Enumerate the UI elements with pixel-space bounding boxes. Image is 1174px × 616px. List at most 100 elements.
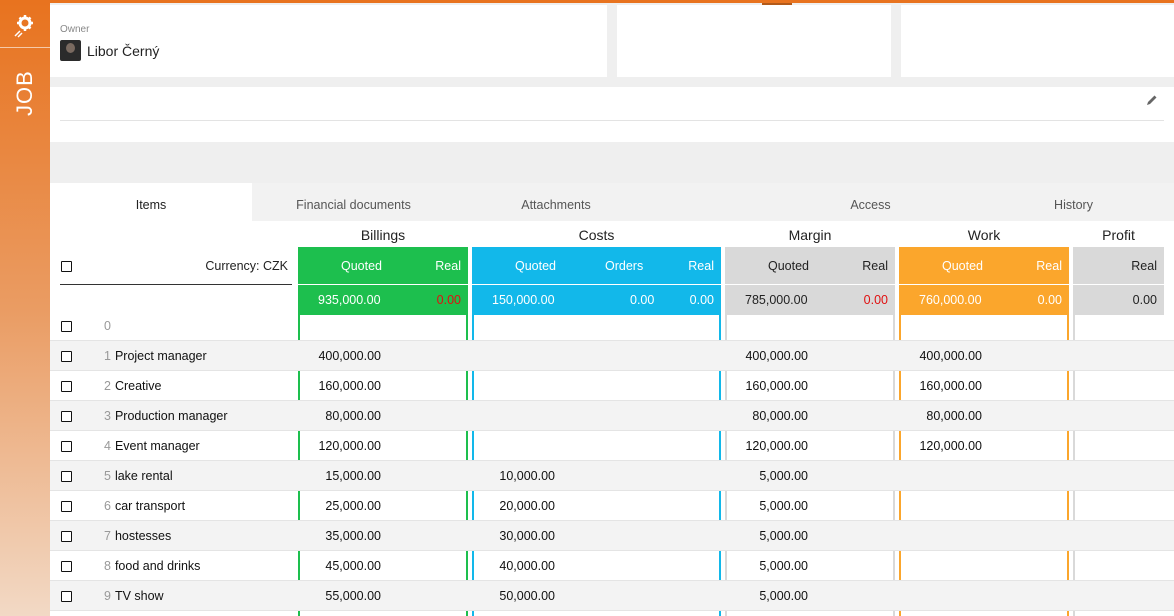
avatar <box>60 40 81 61</box>
billing-cell[interactable]: 25,000.00 <box>300 499 381 513</box>
item-name: hostesses <box>114 529 172 543</box>
cost-cell[interactable]: 40,000.00 <box>474 559 555 573</box>
item-number: 9 <box>104 589 111 603</box>
tab-items[interactable]: Items <box>50 183 252 221</box>
item-label: 9 TV show <box>104 589 164 603</box>
profit-real-header[interactable]: Real <box>1131 259 1157 273</box>
row-checkbox[interactable] <box>61 501 72 512</box>
billing-cell[interactable]: 45,000.00 <box>300 559 381 573</box>
item-name: Event manager <box>114 439 200 453</box>
margin-cell[interactable]: 160,000.00 <box>727 379 808 393</box>
cost-cell[interactable]: 20,000.00 <box>474 499 555 513</box>
table-row[interactable] <box>50 371 1174 401</box>
work-real-total: 0.00 <box>1037 293 1062 307</box>
cost-cell[interactable]: 10,000.00 <box>474 469 555 483</box>
item-name: car transport <box>114 499 186 513</box>
margin-cell[interactable]: 5,000.00 <box>727 499 808 513</box>
billing-cell[interactable]: 15,000.00 <box>300 469 381 483</box>
item-label: 0 <box>104 319 115 333</box>
costs-quoted-header[interactable]: Quoted <box>479 259 605 273</box>
billings-real-total: 0.00 <box>436 293 461 307</box>
select-all-checkbox[interactable] <box>61 261 72 272</box>
group-margin: Margin <box>788 227 832 243</box>
table-row[interactable] <box>50 311 1174 341</box>
item-name: lake rental <box>114 469 173 483</box>
cost-cell[interactable]: 30,000.00 <box>474 529 555 543</box>
margin-cell[interactable]: 120,000.00 <box>727 439 808 453</box>
rocket-gear-icon[interactable] <box>0 3 50 48</box>
billing-cell[interactable]: 35,000.00 <box>300 529 381 543</box>
tab-bar: Items Financial documents Attachments Ac… <box>50 183 1174 221</box>
row-checkbox[interactable] <box>61 411 72 422</box>
margin-cell[interactable]: 5,000.00 <box>727 589 808 603</box>
work-cell[interactable]: 80,000.00 <box>901 409 982 423</box>
billings-quoted-header[interactable]: Quoted <box>305 259 435 273</box>
group-billings: Billings <box>360 227 406 243</box>
billing-cell[interactable]: 80,000.00 <box>300 409 381 423</box>
edit-pencil-icon[interactable] <box>1146 94 1158 109</box>
owner-name: Libor Černý <box>87 42 160 59</box>
margin-cell[interactable]: 5,000.00 <box>727 529 808 543</box>
margin-cell[interactable]: 80,000.00 <box>727 409 808 423</box>
owner-row[interactable]: Libor Černý <box>60 40 159 61</box>
row-checkbox[interactable] <box>61 441 72 452</box>
currency-label: Currency: CZK <box>205 259 288 273</box>
costs-orders-header[interactable]: Orders <box>605 259 688 273</box>
row-checkbox[interactable] <box>61 531 72 542</box>
table-row[interactable] <box>50 491 1174 521</box>
costs-real-header[interactable]: Real <box>688 259 714 273</box>
item-label: 6 car transport <box>104 499 185 513</box>
row-checkbox[interactable] <box>61 381 72 392</box>
work-quoted-header[interactable]: Quoted <box>906 259 1036 273</box>
billing-cell[interactable]: 120,000.00 <box>300 439 381 453</box>
table-row[interactable] <box>50 551 1174 581</box>
top-accent-line <box>0 0 1174 3</box>
header-divider <box>60 284 292 285</box>
group-profit: Profit <box>1102 227 1135 243</box>
group-work: Work <box>967 227 1001 243</box>
work-real-header[interactable]: Real <box>1036 259 1062 273</box>
row-checkbox[interactable] <box>61 351 72 362</box>
item-number: 4 <box>104 439 111 453</box>
billing-cell[interactable]: 160,000.00 <box>300 379 381 393</box>
item-number: 2 <box>104 379 111 393</box>
row-checkbox[interactable] <box>61 321 72 332</box>
margin-real-header[interactable]: Real <box>862 259 888 273</box>
row-checkbox[interactable] <box>61 591 72 602</box>
margin-cell[interactable]: 400,000.00 <box>727 349 808 363</box>
table-row[interactable] <box>50 341 1174 371</box>
table-row[interactable] <box>50 431 1174 461</box>
item-name: TV show <box>114 589 164 603</box>
margin-real-total: 0.00 <box>863 293 888 307</box>
margin-header: Quoted Real <box>725 247 895 284</box>
work-cell[interactable]: 120,000.00 <box>901 439 982 453</box>
row-checkbox[interactable] <box>61 561 72 572</box>
item-number: 5 <box>104 469 111 483</box>
billings-real-header[interactable]: Real <box>435 259 461 273</box>
margin-quoted-header[interactable]: Quoted <box>732 259 862 273</box>
table-row[interactable] <box>50 521 1174 551</box>
work-cell[interactable]: 400,000.00 <box>901 349 982 363</box>
item-label: 5 lake rental <box>104 469 173 483</box>
tab-financial-documents[interactable]: Financial documents <box>252 183 455 221</box>
margin-cell[interactable]: 5,000.00 <box>727 469 808 483</box>
billing-cell[interactable]: 55,000.00 <box>300 589 381 603</box>
billing-cell[interactable]: 400,000.00 <box>300 349 381 363</box>
tab-access[interactable]: Access <box>768 183 973 221</box>
item-number: 1 <box>104 349 111 363</box>
tab-history[interactable]: History <box>973 183 1174 221</box>
work-header: Quoted Real <box>899 247 1069 284</box>
owner-label: Owner <box>60 24 90 35</box>
table-row[interactable] <box>50 461 1174 491</box>
work-cell[interactable]: 160,000.00 <box>901 379 982 393</box>
card-marker <box>762 3 792 5</box>
tab-attachments[interactable]: Attachments <box>455 183 657 221</box>
margin-quoted-total: 785,000.00 <box>745 293 808 307</box>
cost-cell[interactable]: 50,000.00 <box>474 589 555 603</box>
table-row[interactable] <box>50 581 1174 611</box>
item-number: 0 <box>104 319 111 333</box>
margin-cell[interactable]: 5,000.00 <box>727 559 808 573</box>
item-label: 4 Event manager <box>104 439 200 453</box>
row-checkbox[interactable] <box>61 471 72 482</box>
profit-real-total: 0.00 <box>1132 293 1157 307</box>
